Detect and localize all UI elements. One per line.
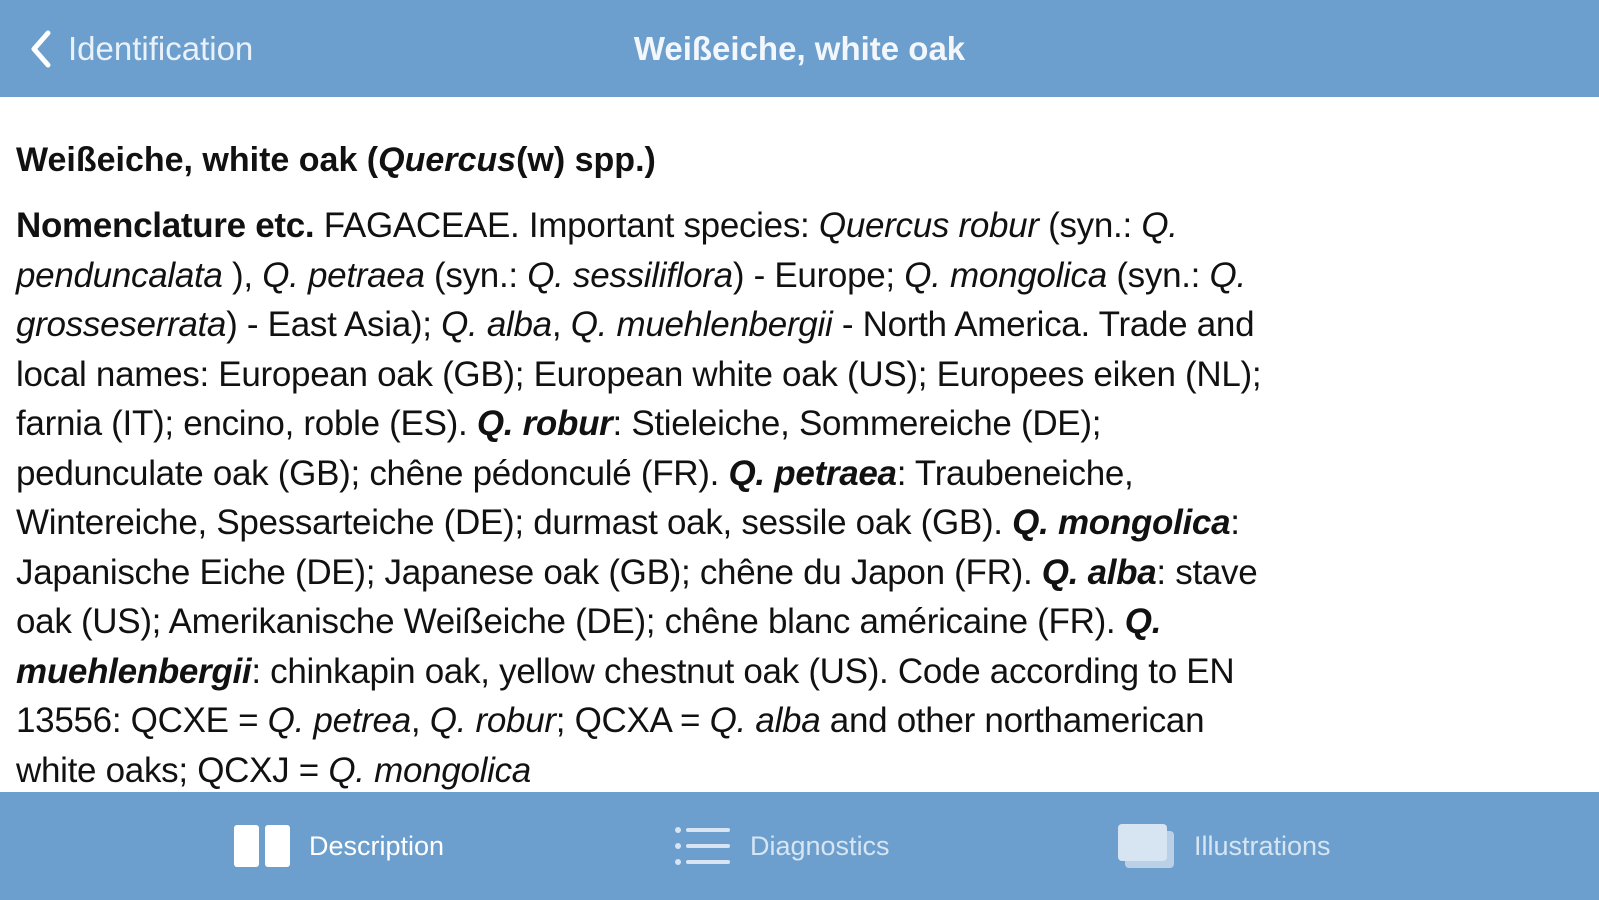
emphasized-text: Quercus (378, 141, 517, 179)
tab-diagnostics-label: Diagnostics (750, 830, 890, 861)
chevron-left-icon (31, 30, 51, 67)
text-line: Wintereiche, Spessarteiche (DE); durmast… (16, 498, 1576, 548)
text-run: ) - Europe; (732, 255, 905, 295)
text-line: oak (US); Amerikanische Weißeiche (DE); … (16, 597, 1576, 647)
species-heading: Weißeiche, white oak (Quercus(w) spp.) (16, 141, 656, 180)
text-run: : chinkapin oak, yellow chestnut oak (US… (251, 651, 1235, 691)
emphasized-text: Q. petraea (262, 255, 425, 295)
tab-description-label: Description (309, 830, 445, 861)
emphasized-text: Q. mongolica (1012, 503, 1231, 542)
emphasized-text: penduncalata (16, 255, 223, 295)
emphasized-text: Q. (1141, 206, 1178, 245)
text-run: : (1230, 503, 1240, 542)
text-line: Japanische Eiche (DE); Japanese oak (GB)… (16, 548, 1576, 598)
text-run: : Traubeneiche, (896, 453, 1134, 493)
text-run: FAGACEAE. Important species: (314, 206, 819, 245)
emphasized-text: (w) spp.) (516, 141, 656, 179)
tab-illustrations-label: Illustrations (1194, 830, 1331, 861)
text-run: pedunculate oak (GB); chêne pédonculé (F… (16, 453, 729, 493)
text-line: white oaks; QCXJ = Q. mongolica (16, 746, 1576, 793)
text-run: ), (222, 255, 263, 295)
text-line: 13556: QCXE = Q. petrea, Q. robur; QCXA … (16, 696, 1576, 746)
gallery-icon (1118, 824, 1174, 868)
tab-bar: Description Diagnostics Illustrations (0, 792, 1599, 900)
back-label: Identification (68, 29, 254, 67)
text-run: (syn.: (1038, 206, 1142, 245)
text-run: ) - East Asia); (226, 305, 442, 344)
emphasized-text: grosseserrata (16, 305, 227, 344)
tab-diagnostics[interactable]: Diagnostics (674, 792, 890, 900)
emphasized-text: Q. mongolica (904, 255, 1107, 295)
emphasized-text: Q. robur (429, 701, 556, 740)
text-run: farnia (IT); encino, roble (ES). (16, 404, 477, 443)
emphasized-text: Q. petraea (728, 453, 898, 493)
emphasized-text: Weißeiche, white oak ( (16, 141, 379, 179)
back-button[interactable]: Identification (26, 0, 253, 97)
emphasized-text: Q. robur (476, 404, 613, 443)
emphasized-text: Q. (1124, 602, 1162, 641)
book-icon (234, 825, 290, 867)
text-run: white oaks; QCXJ = (16, 750, 329, 790)
description-content[interactable]: Weißeiche, white oak (Quercus(w) spp.) N… (0, 97, 1599, 792)
text-run: , (551, 305, 571, 344)
emphasized-text: muehlenbergii (16, 651, 252, 691)
text-run: local names: European oak (GB); European… (16, 354, 1262, 394)
text-run: ; QCXA = (555, 701, 710, 740)
emphasized-text: Q. muehlenbergii (570, 305, 833, 344)
emphasized-text: Q. alba (1041, 552, 1157, 592)
text-run: 13556: QCXE = (16, 701, 268, 740)
emphasized-text: Q. sessiliflora (527, 255, 733, 295)
navigation-bar: Identification Weißeiche, white oak (0, 0, 1599, 97)
emphasized-text: Q. mongolica (328, 750, 531, 790)
text-line: muehlenbergii: chinkapin oak, yellow che… (16, 647, 1576, 697)
text-run: (syn.: (424, 255, 528, 295)
emphasized-text: Quercus robur (818, 206, 1039, 245)
list-icon (675, 827, 730, 865)
text-run: : stave (1156, 552, 1258, 592)
tab-description[interactable]: Description (233, 792, 444, 900)
text-run: , (410, 701, 430, 740)
text-line: Nomenclature etc. FAGACEAE. Important sp… (16, 201, 1576, 251)
tab-illustrations[interactable]: Illustrations (1116, 792, 1331, 900)
nomenclature-paragraph: Nomenclature etc. FAGACEAE. Important sp… (16, 201, 1576, 792)
text-run: Wintereiche, Spessarteiche (DE); durmast… (16, 503, 1013, 542)
text-run: - North America. Trade and (832, 305, 1255, 344)
text-line: pedunculate oak (GB); chêne pédonculé (F… (16, 449, 1576, 499)
text-line: local names: European oak (GB); European… (16, 350, 1576, 400)
text-run: oak (US); Amerikanische Weißeiche (DE); … (16, 602, 1125, 641)
text-run: (syn.: (1106, 255, 1210, 295)
text-line: penduncalata ), Q. petraea (syn.: Q. ses… (16, 251, 1576, 301)
emphasized-text: Nomenclature etc. (16, 206, 315, 245)
emphasized-text: Q. (1209, 255, 1247, 295)
emphasized-text: Q. alba (441, 305, 552, 344)
text-run: and other northamerican (820, 701, 1205, 740)
emphasized-text: Q. alba (709, 701, 821, 740)
text-line: grosseserrata) - East Asia); Q. alba, Q.… (16, 300, 1576, 350)
text-run: Japanische Eiche (DE); Japanese oak (GB)… (16, 552, 1042, 592)
text-line: farnia (IT); encino, roble (ES). Q. robu… (16, 399, 1576, 449)
emphasized-text: Q. petrea (267, 701, 412, 740)
text-run: : Stieleiche, Sommereiche (DE); (612, 404, 1102, 443)
